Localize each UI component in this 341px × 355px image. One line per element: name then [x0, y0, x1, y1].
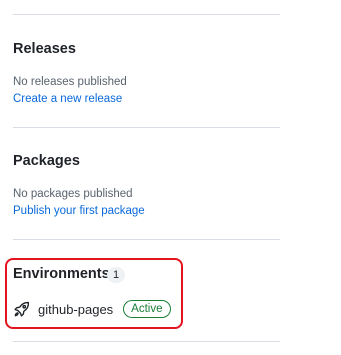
divider — [13, 127, 280, 128]
environments-count-badge: 1 — [107, 267, 125, 283]
environment-status-badge: Active — [123, 300, 171, 318]
divider — [13, 239, 280, 240]
releases-status: No releases published — [13, 76, 127, 88]
packages-status: No packages published — [13, 188, 133, 200]
create-release-link[interactable]: Create a new release — [13, 92, 122, 106]
rocket-icon — [13, 301, 30, 318]
releases-title[interactable]: Releases — [13, 40, 76, 58]
packages-title[interactable]: Packages — [13, 152, 80, 170]
environments-title[interactable]: Environments — [13, 265, 110, 283]
divider — [13, 14, 280, 15]
divider — [13, 341, 280, 342]
repo-sidebar: Releases No releases published Create a … — [0, 0, 341, 355]
environment-item[interactable]: github-pages Active — [13, 298, 171, 320]
environment-name[interactable]: github-pages — [38, 302, 113, 317]
publish-package-link[interactable]: Publish your first package — [13, 204, 145, 218]
